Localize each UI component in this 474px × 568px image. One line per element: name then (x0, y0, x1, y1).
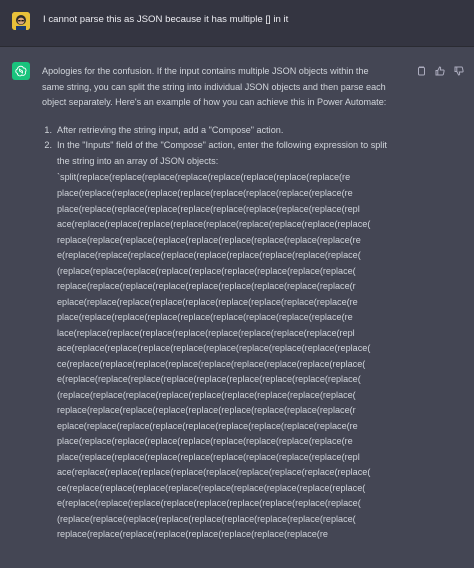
code-text: `split(replace(replace(replace(replace(r… (57, 170, 387, 543)
user-message-text: I cannot parse this as JSON because it h… (43, 14, 289, 25)
code-line: e(replace(replace(replace(replace(replac… (57, 374, 361, 384)
copy-icon[interactable] (416, 63, 426, 76)
list-item: 1. After retrieving the string input, ad… (42, 123, 387, 139)
code-line: place(replace(replace(replace(replace(re… (57, 188, 353, 198)
user-avatar (12, 12, 30, 30)
message-actions (416, 63, 464, 76)
code-line: ace(replace(replace(replace(replace(repl… (57, 219, 371, 229)
openai-logo-icon (12, 62, 30, 80)
step-text: After retrieving the string input, add a… (57, 124, 284, 135)
code-line: replace(replace(replace(replace(replace(… (57, 234, 361, 245)
code-line: ace(replace(replace(replace(replace(repl… (57, 467, 371, 477)
thumbs-up-icon[interactable] (435, 63, 445, 76)
code-line: eplace(replace(replace(replace(replace(r… (57, 296, 358, 307)
code-line: (replace(replace(replace(replace(replace… (57, 265, 356, 276)
assistant-intro: Apologies for the confusion. If the inpu… (42, 66, 387, 107)
code-line: place(replace(replace(replace(replace(re… (57, 451, 360, 462)
code-line: `split(replace(replace(replace(replace(r… (57, 172, 351, 182)
code-line: (replace(replace(replace(replace(replace… (57, 389, 356, 400)
code-line: eplace(replace(replace(replace(replace(r… (57, 420, 358, 431)
assistant-message-row: Apologies for the confusion. If the inpu… (0, 47, 474, 568)
code-line: place(replace(replace(replace(replace(re… (57, 203, 360, 214)
step-number: 2. (44, 140, 52, 150)
code-line: e(replace(replace(replace(replace(replac… (57, 498, 361, 508)
code-line: place(replace(replace(replace(replace(re… (57, 312, 353, 322)
code-line: replace(replace(replace(replace(replace(… (57, 529, 328, 539)
steps-list: 1. After retrieving the string input, ad… (42, 123, 387, 543)
code-line: lace(replace(replace(replace(replace(rep… (57, 327, 355, 338)
step-number: 1. (44, 124, 52, 135)
code-line: (replace(replace(replace(replace(replace… (57, 513, 356, 524)
code-line: ace(replace(replace(replace(replace(repl… (57, 343, 371, 353)
code-line: ce(replace(replace(replace(replace(repla… (57, 358, 366, 369)
list-item: 2. In the "Inputs" field of the "Compose… (42, 138, 387, 543)
thumbs-down-icon[interactable] (454, 63, 464, 76)
step-text: In the "Inputs" field of the "Compose" a… (57, 140, 387, 166)
code-line: ce(replace(replace(replace(replace(repla… (57, 482, 366, 493)
user-message-row: I cannot parse this as JSON because it h… (0, 0, 474, 47)
code-line: replace(replace(replace(replace(replace(… (57, 281, 356, 291)
code-line: e(replace(replace(replace(replace(replac… (57, 250, 361, 260)
code-line: place(replace(replace(replace(replace(re… (57, 436, 353, 446)
code-line: replace(replace(replace(replace(replace(… (57, 405, 356, 415)
assistant-message-content: Apologies for the confusion. If the inpu… (42, 64, 387, 543)
